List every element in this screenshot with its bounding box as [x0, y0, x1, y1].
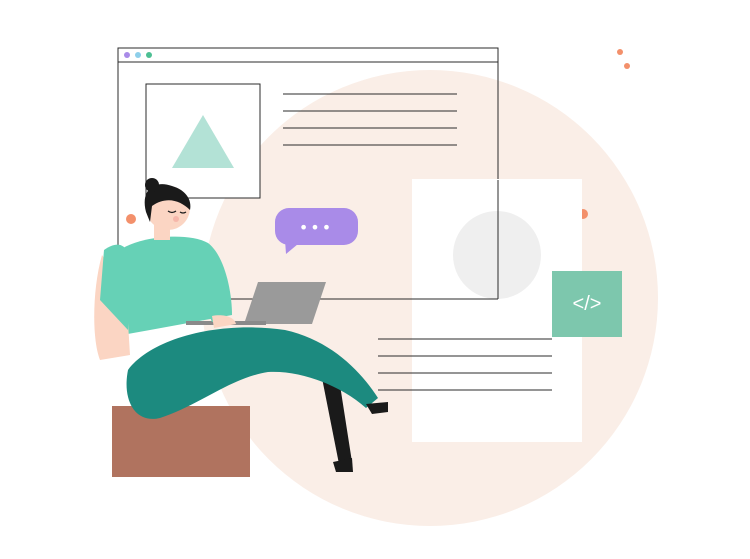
illustration-svg: </> ••• — [94, 47, 658, 526]
window-dot-icon — [146, 52, 152, 58]
ellipsis-icon: ••• — [299, 218, 333, 237]
avatar-placeholder-circle — [453, 211, 541, 299]
accent-dot — [624, 63, 630, 69]
code-icon: </> — [573, 293, 602, 315]
window-dot-icon — [135, 52, 141, 58]
accent-dot — [617, 49, 623, 55]
illustration-canvas: </> ••• — [0, 0, 750, 559]
cheek — [173, 216, 179, 222]
box-seat — [112, 406, 250, 477]
accent-dot — [126, 214, 136, 224]
window-dot-icon — [124, 52, 130, 58]
hair-bun — [145, 178, 159, 192]
code-badge: </> — [552, 271, 622, 337]
laptop-icon — [244, 282, 326, 324]
